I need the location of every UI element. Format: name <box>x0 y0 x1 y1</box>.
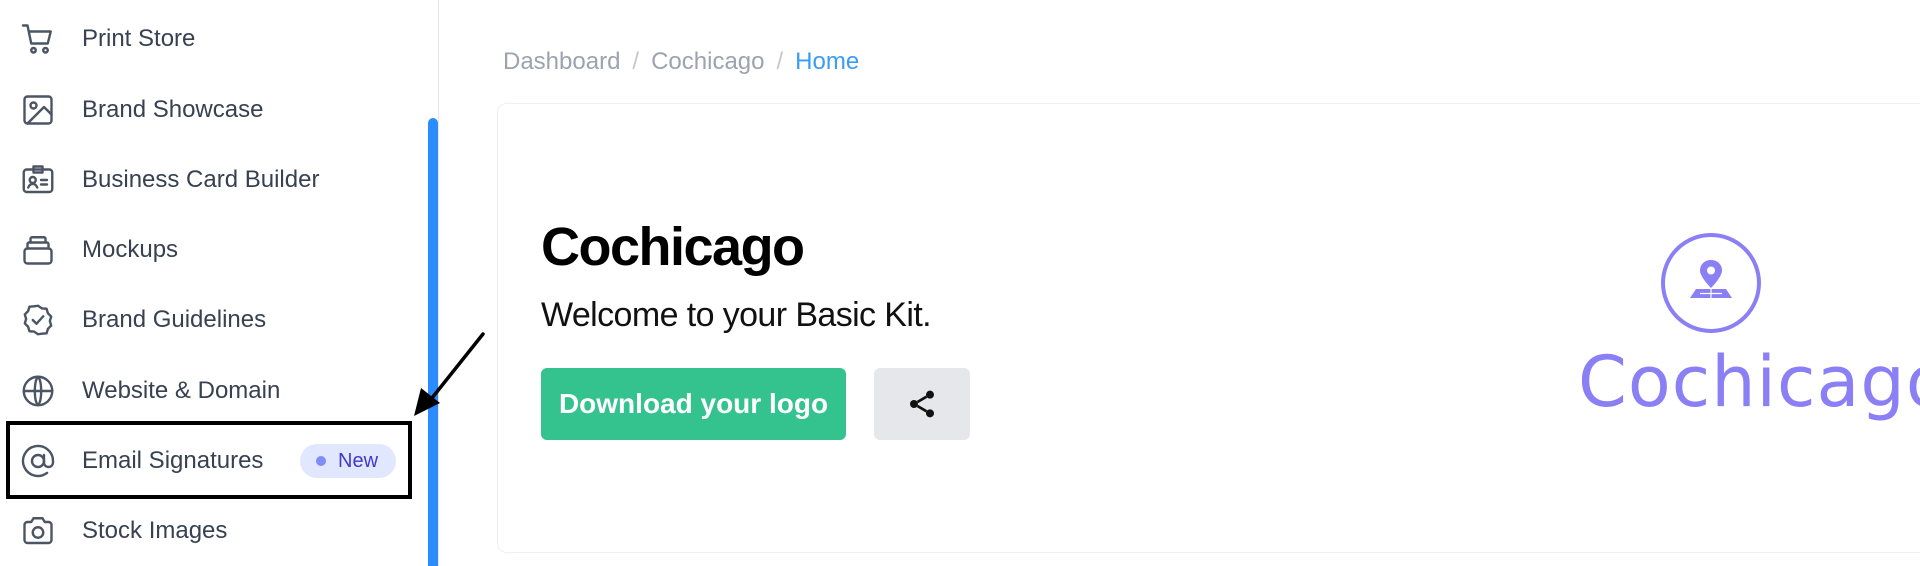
share-icon <box>910 390 934 418</box>
id-card-icon <box>20 162 56 198</box>
breadcrumb-cochicago[interactable]: Cochicago <box>651 48 764 76</box>
sidebar-item-label: Mockups <box>82 236 179 263</box>
sidebar-item-brand-showcase[interactable]: Brand Showcase <box>0 80 420 140</box>
image-icon <box>20 92 56 128</box>
breadcrumb: Dashboard / Cochicago / Home <box>503 48 859 76</box>
hero-card: Cochicago Welcome to your Basic Kit. Dow… <box>497 103 1920 553</box>
sidebar-item-label: Stock Images <box>82 517 228 544</box>
sidebar-item-stock-images[interactable]: Stock Images <box>0 501 420 561</box>
sidebar-item-label: Business Card Builder <box>82 166 320 193</box>
sidebar-item-print-store[interactable]: Print Store <box>0 9 420 69</box>
cart-icon <box>20 21 56 57</box>
page-title: Cochicago <box>541 217 805 277</box>
globe-icon <box>20 373 56 409</box>
breadcrumb-separator: / <box>632 48 640 75</box>
highlight-box <box>6 421 412 499</box>
sidebar-item-label: Brand Showcase <box>82 96 264 123</box>
sidebar-item-label: Brand Guidelines <box>82 306 267 333</box>
share-button[interactable] <box>874 368 970 440</box>
map-pin-icon <box>1661 233 1761 333</box>
breadcrumb-dashboard[interactable]: Dashboard <box>503 48 620 76</box>
sidebar-item-brand-guidelines[interactable]: Brand Guidelines <box>0 290 420 350</box>
download-logo-button[interactable]: Download your logo <box>541 368 846 440</box>
stack-icon <box>20 232 56 268</box>
sidebar: Print Store Brand Showcase Business Card… <box>0 0 439 566</box>
sidebar-item-website-domain[interactable]: Website & Domain <box>0 361 420 421</box>
breadcrumb-home[interactable]: Home <box>795 48 859 76</box>
sidebar-item-label: Website & Domain <box>82 377 281 404</box>
badge-check-icon <box>20 302 56 338</box>
page-subtitle: Welcome to your Basic Kit. <box>541 296 932 334</box>
camera-icon <box>20 513 56 549</box>
sidebar-item-label: Print Store <box>82 25 196 52</box>
brand-logo-text: Cochicago <box>1578 341 1920 423</box>
sidebar-item-business-card-builder[interactable]: Business Card Builder <box>0 150 420 210</box>
main-content: Dashboard / Cochicago / Home Cochicago W… <box>439 0 1920 566</box>
sidebar-item-mockups[interactable]: Mockups <box>0 220 420 280</box>
breadcrumb-separator: / <box>776 48 784 75</box>
